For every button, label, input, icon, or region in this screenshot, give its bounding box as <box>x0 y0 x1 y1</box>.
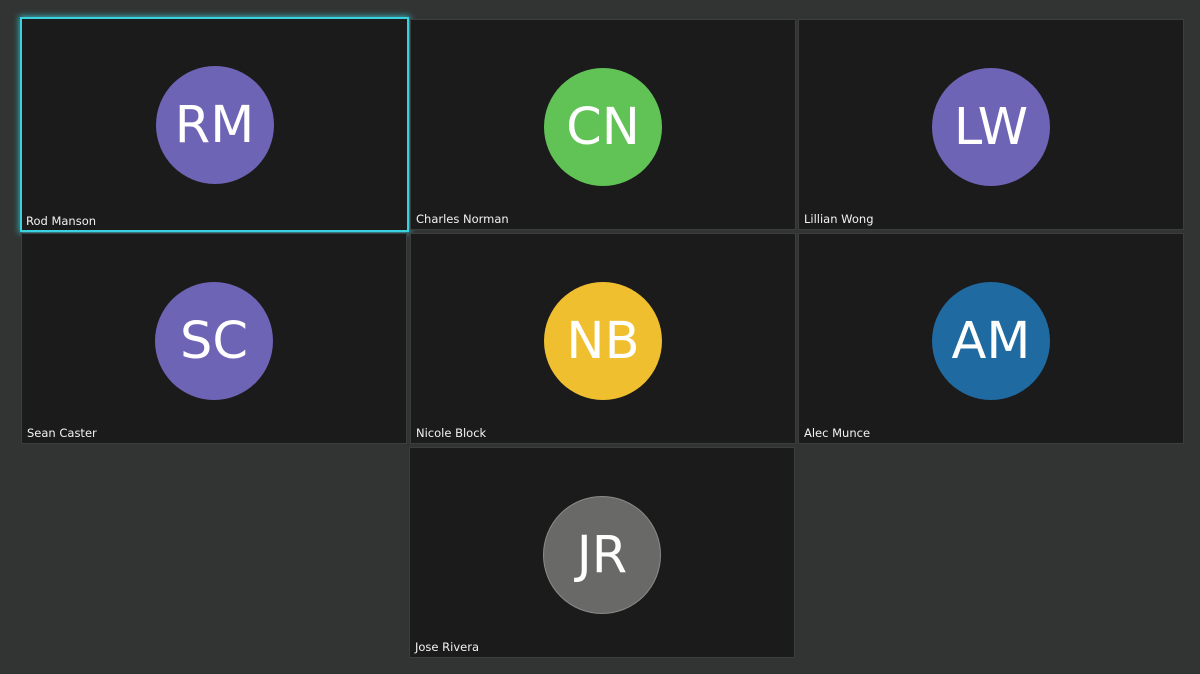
participant-tile-alec-munce[interactable]: AM Alec Munce <box>798 233 1184 444</box>
participant-tile-sean-caster[interactable]: SC Sean Caster <box>21 233 407 444</box>
participant-avatar: SC <box>155 282 273 400</box>
participant-name: Sean Caster <box>27 426 97 440</box>
participant-avatar: RM <box>155 66 274 184</box>
participant-tile-jose-rivera[interactable]: JR Jose Rivera <box>409 447 795 658</box>
participant-tile-rod-manson[interactable]: RM Rod Manson <box>20 17 409 232</box>
participant-name: Jose Rivera <box>415 640 479 654</box>
participant-avatar: CN <box>544 68 662 186</box>
participant-avatar: NB <box>544 282 662 400</box>
participant-name: Rod Manson <box>26 214 97 228</box>
participant-name: Nicole Block <box>416 426 487 440</box>
participant-avatar: LW <box>932 68 1050 186</box>
participant-tile-lillian-wong[interactable]: LW Lillian Wong <box>798 19 1184 230</box>
participant-tile-nicole-block[interactable]: NB Nicole Block <box>410 233 796 444</box>
participant-name: Alec Munce <box>804 426 871 440</box>
participant-avatar: JR <box>543 496 661 614</box>
participant-name: Lillian Wong <box>804 212 874 226</box>
participant-name: Charles Norman <box>416 212 509 226</box>
meeting-gallery-view: { "participants": [ {"name": "Rod Manson… <box>0 0 1200 674</box>
participant-avatar: AM <box>932 282 1050 400</box>
participant-tile-charles-norman[interactable]: CN Charles Norman <box>410 19 796 230</box>
